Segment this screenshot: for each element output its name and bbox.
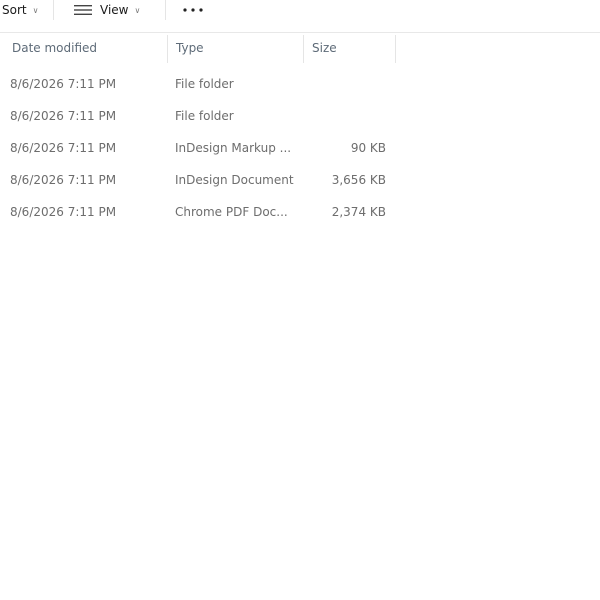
column-resize-handle[interactable] — [395, 35, 396, 63]
date-modified-cell: 8/6/2026 7:11 PM — [10, 109, 117, 123]
column-header-date-modified[interactable]: Date modified — [12, 33, 162, 63]
column-label: Type — [176, 41, 204, 55]
file-row[interactable]: 8/6/2026 7:11 PM InDesign Document 3,656… — [0, 164, 600, 196]
file-list: 8/6/2026 7:11 PM File folder 8/6/2026 7:… — [0, 68, 600, 228]
column-resize-handle[interactable] — [303, 35, 304, 63]
chevron-down-icon: ∨ — [32, 6, 39, 15]
size-cell: 2,374 KB — [331, 205, 386, 219]
file-explorer-window: Sort ∨ View ∨ Date modified Type Size 8/… — [0, 0, 600, 600]
view-lines-icon — [74, 5, 92, 15]
sort-label: Sort — [2, 3, 27, 17]
sort-button[interactable]: Sort ∨ — [2, 0, 38, 20]
size-cell — [310, 100, 386, 132]
view-button[interactable]: View ∨ — [74, 0, 140, 20]
date-modified-cell: 8/6/2026 7:11 PM — [10, 77, 117, 91]
size-cell — [310, 68, 386, 100]
command-bar: Sort ∨ View ∨ — [0, 0, 600, 20]
column-header-size[interactable]: Size — [312, 33, 392, 63]
date-modified-cell: 8/6/2026 7:11 PM — [10, 205, 117, 219]
type-cell: InDesign Markup ... — [175, 141, 292, 155]
toolbar-separator — [53, 0, 54, 20]
column-resize-handle[interactable] — [167, 35, 168, 63]
type-cell: InDesign Document — [175, 173, 294, 187]
toolbar-separator — [165, 0, 166, 20]
file-row[interactable]: 8/6/2026 7:11 PM File folder — [0, 68, 600, 100]
type-cell: File folder — [175, 109, 234, 123]
column-label: Size — [312, 41, 337, 55]
file-row[interactable]: 8/6/2026 7:11 PM File folder — [0, 100, 600, 132]
date-modified-cell: 8/6/2026 7:11 PM — [10, 141, 117, 155]
view-label: View — [100, 3, 129, 17]
file-row[interactable]: 8/6/2026 7:11 PM Chrome PDF Doc... 2,374… — [0, 196, 600, 228]
size-cell: 90 KB — [350, 141, 386, 155]
date-modified-cell: 8/6/2026 7:11 PM — [10, 173, 117, 187]
column-label: Date modified — [12, 41, 98, 55]
more-options-button[interactable] — [182, 0, 204, 20]
size-cell: 3,656 KB — [331, 173, 386, 187]
type-cell: File folder — [175, 77, 234, 91]
type-cell: Chrome PDF Doc... — [175, 205, 288, 219]
column-header-type[interactable]: Type — [176, 33, 301, 63]
chevron-down-icon: ∨ — [134, 6, 141, 15]
more-icon — [183, 8, 203, 12]
column-header: Date modified Type Size — [0, 33, 600, 63]
file-row[interactable]: 8/6/2026 7:11 PM InDesign Markup ... 90 … — [0, 132, 600, 164]
